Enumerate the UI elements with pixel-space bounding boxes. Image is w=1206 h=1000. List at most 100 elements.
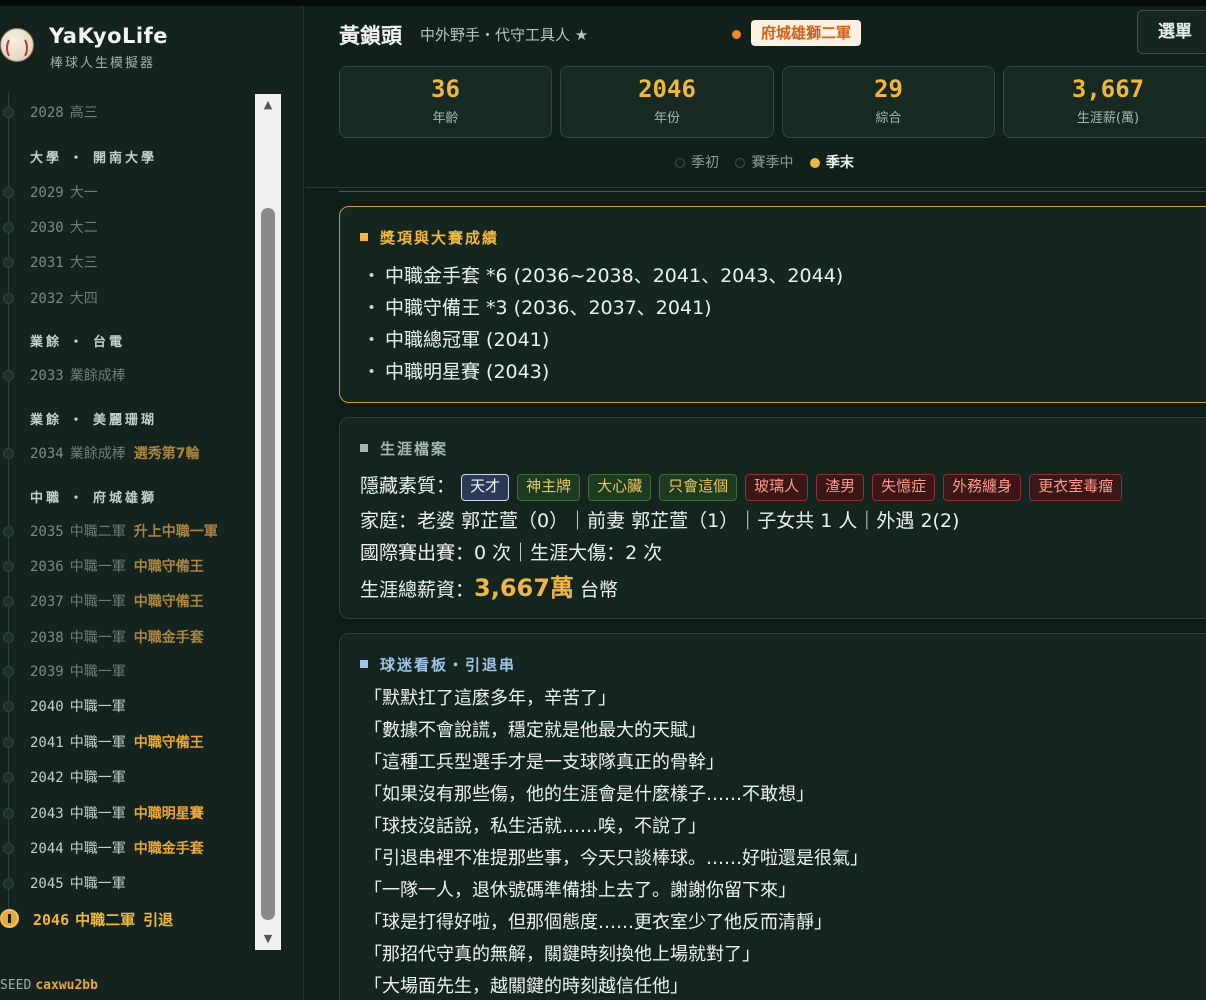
trait-tag: 外務纏身 [943,474,1022,501]
timeline-item[interactable]: 2038 中職一軍 中職金手套 [0,625,256,649]
timeline-year: 2044 [30,841,64,857]
timeline-stage: 業餘成棒 [69,446,126,462]
timeline-item[interactable]: 2037 中職一軍 中職守備王 [0,589,256,613]
timeline-year: 2042 [30,770,64,786]
timeline-year: 2039 [30,664,64,680]
stat-value: 3,667 [1071,75,1145,103]
timeline-year: 2034 [30,446,64,462]
timeline-group-header: 大學 ・ 開南大學 [30,151,158,166]
timeline-item[interactable]: 2033 業餘成棒 [0,363,256,387]
timeline-event: 引退 [143,911,174,929]
timeline-item[interactable]: 2045 中職一軍 [0,871,256,895]
seed-label: SEED [0,978,32,993]
timeline-group-header: 業餘 ・ 台電 [30,335,126,350]
timeline-item-text: 2042 中職一軍 [30,767,126,787]
stat-value: 29 [874,75,903,103]
timeline-dot-icon [3,526,14,537]
timeline-year: 2041 [30,735,64,751]
timeline-stage: 中職一軍 [69,559,126,575]
timeline-stage: 中職二軍 [75,911,136,929]
timeline-item-text: 2038 中職一軍 中職金手套 [30,627,204,647]
award-item: 中職總冠軍 (2041) [362,325,843,357]
timeline-dot-icon [3,632,14,643]
fan-quote: 「球是打得好啦，但那個態度……更衣室少了他反而清靜」 [364,912,832,933]
stat-card-career-salary: 3,667 生涯薪(萬) [1003,66,1206,138]
timeline-item[interactable]: 2031 大三 [0,250,256,274]
timeline-dot-icon [3,370,14,381]
timeline-item[interactable]: 2030 大二 [0,215,256,239]
timeline-stage: 中職一軍 [69,876,126,892]
timeline-dot-icon [3,772,14,783]
hidden-traits-row: 隱藏素質： 天才 神主牌 大心臟 只會這個 玻璃人 渣男 失憶症 外務纏身 更衣室毒瘤 [360,471,1130,501]
trait-tag: 渣男 [816,474,865,501]
stat-value: 2046 [638,75,696,103]
timeline-item[interactable]: 2040 中職一軍 [0,694,256,718]
career-timeline: 2028 高三大學 ・ 開南大學 2029 大一 2030 大二 2031 大三 2032 大四業… [0,92,256,962]
timeline-stage: 中職一軍 [69,630,126,646]
timeline-year: 2032 [30,291,64,307]
main-content[interactable]: 獎項與大賽成績 中職金手套 *6 (2036~2038、2041、2043、20… [305,189,1206,1000]
current-year-marker-icon [0,909,19,928]
phase-early: 季初 [675,152,719,172]
career-salary-row: 生涯總薪資：3,667萬 台幣 [360,568,618,603]
app-title: YaKyoLife [49,24,168,48]
timeline-item[interactable]: 2044 中職一軍 中職金手套 [0,836,256,860]
salary-label: 生涯總薪資： [360,579,475,601]
stat-card-year: 2046 年份 [560,66,774,138]
awards-title: 獎項與大賽成績 [360,227,499,248]
timeline-item-text: 2040 中職一軍 [30,696,126,716]
timeline-stage: 中職一軍 [69,841,126,857]
timeline-item-text: 2039 中職一軍 [30,661,126,681]
timeline-item-text: 2036 中職一軍 中職守備王 [30,556,204,576]
menu-button[interactable]: 選單 [1137,10,1206,54]
timeline-dot-icon [3,808,14,819]
timeline-item[interactable]: 2029 大一 [0,180,256,204]
timeline-item[interactable]: 2043 中職一軍 中職明星賽 [0,801,256,825]
award-item: 中職明星賽 (2043) [362,357,843,389]
timeline-group-header: 中職 ・ 府城雄獅 [30,491,158,506]
timeline-event: 中職金手套 [133,630,204,646]
timeline-item[interactable]: 2036 中職一軍 中職守備王 [0,554,256,578]
timeline-item[interactable]: 2046 中職二軍 引退 [0,907,256,931]
timeline-scrollbar[interactable]: ▲ ▼ [255,94,281,950]
previous-card-edge [339,189,1206,192]
trait-tag: 天才 [461,474,510,501]
timeline-item[interactable]: 2042 中職一軍 [0,765,256,789]
timeline-item-text: 2041 中職一軍 中職守備王 [30,732,204,752]
timeline-dot-icon [3,107,14,118]
scroll-thumb[interactable] [261,208,275,920]
timeline-item[interactable]: 2032 大四 [0,286,256,310]
career-profile-card: 生涯檔案 隱藏素質： 天才 神主牌 大心臟 只會這個 玻璃人 渣男 失憶症 外務纏身 更衣室毒瘤… [339,417,1206,619]
scroll-up-arrow-icon[interactable]: ▲ [255,94,281,116]
timeline-event: 中職守備王 [133,559,204,575]
timeline-event: 中職守備王 [133,735,204,751]
trait-tag: 大心臟 [588,474,652,501]
timeline-dot-icon [3,878,14,889]
timeline-dot-icon [3,257,14,268]
stat-value: 36 [431,75,460,103]
scroll-down-arrow-icon[interactable]: ▼ [255,928,281,950]
timeline-stage: 中職二軍 [69,524,126,540]
awards-list: 中職金手套 *6 (2036~2038、2041、2043、2044) 中職守備… [362,261,843,389]
timeline-item[interactable]: 2041 中職一軍 中職守備王 [0,730,256,754]
square-bullet-icon [360,444,368,452]
stat-label: 綜合 [875,111,902,126]
timeline-year: 2033 [30,368,64,384]
timeline-item-text: 2045 中職一軍 [30,873,126,893]
timeline-item[interactable]: 2039 中職一軍 [0,659,256,683]
timeline-event: 中職金手套 [133,841,204,857]
phase-end: 季末 [809,152,854,172]
timeline-item[interactable]: 2028 高三 [0,100,256,124]
timeline-year: 2031 [30,255,64,271]
season-phase-indicator: 季初 賽季中 季末 [675,152,866,172]
timeline-item-text: 2029 大一 [30,182,98,202]
timeline-dot-icon [3,737,14,748]
trait-tag: 神主牌 [517,474,581,501]
fan-quote: 「數據不會說謊，穩定就是他最大的天賦」 [364,720,706,741]
award-item: 中職金手套 *6 (2036~2038、2041、2043、2044) [362,261,843,293]
timeline-year: 2038 [30,630,64,646]
timeline-year: 2046 [33,911,70,929]
timeline-year: 2028 [30,105,64,121]
timeline-item[interactable]: 2035 中職二軍 升上中職一軍 [0,519,256,543]
timeline-item[interactable]: 2034 業餘成棒 選秀第7輪 [0,441,256,465]
